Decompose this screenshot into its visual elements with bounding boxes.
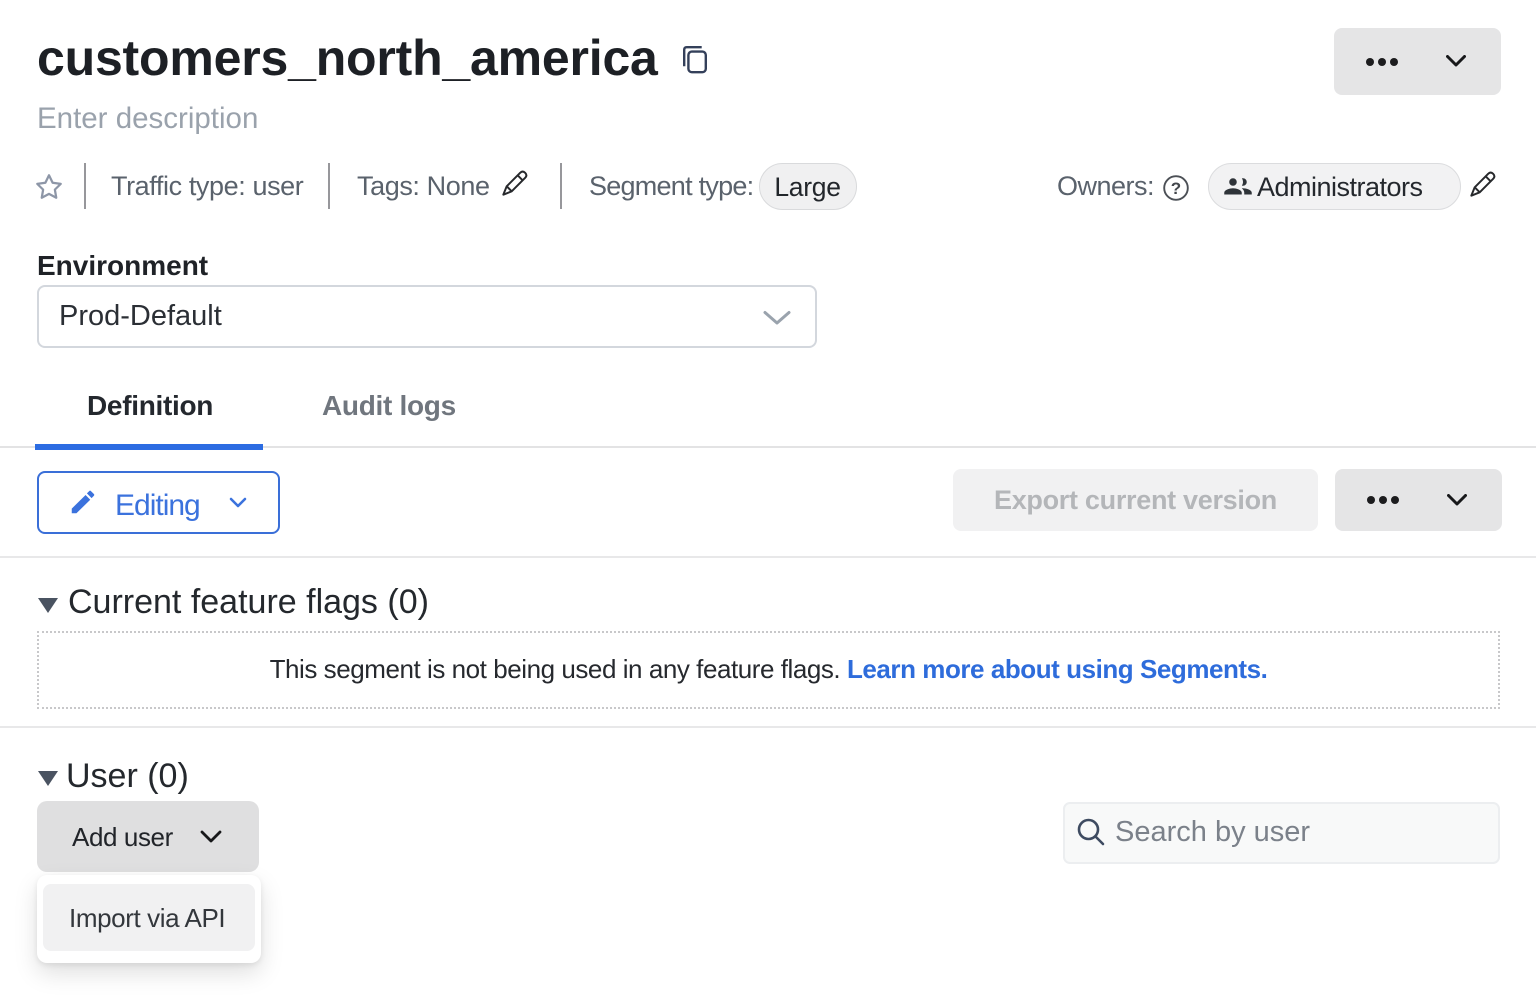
svg-text:?: ?	[1171, 179, 1181, 198]
